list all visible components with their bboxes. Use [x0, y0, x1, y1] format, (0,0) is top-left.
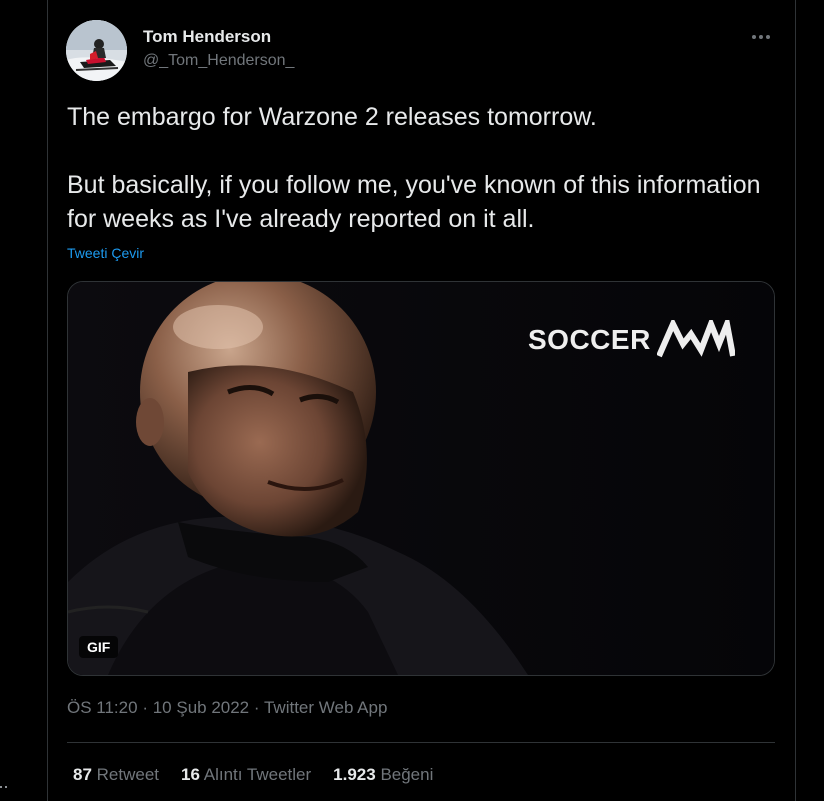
translate-tweet-link[interactable]: Tweeti Çevir: [67, 245, 144, 261]
tweet-gif-media[interactable]: SOCCER GIF: [67, 281, 775, 676]
quote-tweets-count: 16: [181, 765, 200, 784]
timeline-left-border: [47, 0, 48, 801]
stats-divider: [67, 742, 775, 743]
tweet-time[interactable]: ÖS 11:20: [67, 698, 138, 717]
tweet-source-link[interactable]: Twitter Web App: [264, 698, 387, 717]
tweet-timestamp-line: ÖS 11:20 · 10 Şub 2022 · Twitter Web App: [67, 698, 387, 718]
tweet-paragraph: But basically, if you follow me, you've …: [67, 171, 761, 233]
author-handle[interactable]: @_Tom_Henderson_: [143, 52, 294, 70]
gif-badge: GIF: [79, 636, 119, 658]
tweet-detail-page: Tom Henderson @_Tom_Henderson_ The embar…: [0, 0, 824, 801]
retweets-stat[interactable]: 87 Retweet: [73, 765, 159, 785]
more-dots-icon-dot-3: [766, 35, 770, 39]
author-name[interactable]: Tom Henderson: [143, 27, 271, 47]
soccer-am-logo: SOCCER: [528, 320, 735, 360]
tweet-stats: 87 Retweet 16 Alıntı Tweetler 1.923 Beğe…: [73, 765, 433, 785]
corner-artifact-dots: [0, 786, 8, 790]
meta-separator: ·: [253, 698, 260, 717]
timeline-right-border: [795, 0, 796, 801]
likes-label: Beğeni: [380, 765, 434, 784]
more-options-button[interactable]: [744, 22, 778, 52]
likes-stat[interactable]: 1.923 Beğeni: [333, 765, 433, 785]
more-dots-icon: [752, 35, 756, 39]
likes-count: 1.923: [333, 765, 376, 784]
retweets-label: Retweet: [96, 765, 160, 784]
corner-dot: [0, 786, 2, 788]
tweet-paragraph: The embargo for Warzone 2 releases tomor…: [67, 103, 597, 131]
tweet-text: The embargo for Warzone 2 releases tomor…: [67, 100, 777, 236]
soccer-logo-text: SOCCER: [528, 324, 651, 355]
meta-separator: ·: [142, 698, 148, 717]
author-avatar[interactable]: [66, 20, 127, 81]
quote-tweets-stat[interactable]: 16 Alıntı Tweetler: [181, 765, 311, 785]
tweet-date[interactable]: 10 Şub 2022: [153, 698, 249, 717]
am-wave-logo-icon: [656, 320, 735, 358]
retweets-count: 87: [73, 765, 92, 784]
more-dots-icon-dot-2: [759, 35, 763, 39]
quote-tweets-label: Alıntı Tweetler: [203, 765, 312, 784]
corner-dot: [5, 786, 7, 788]
snowmobile-rider-avatar-icon: [66, 20, 127, 81]
